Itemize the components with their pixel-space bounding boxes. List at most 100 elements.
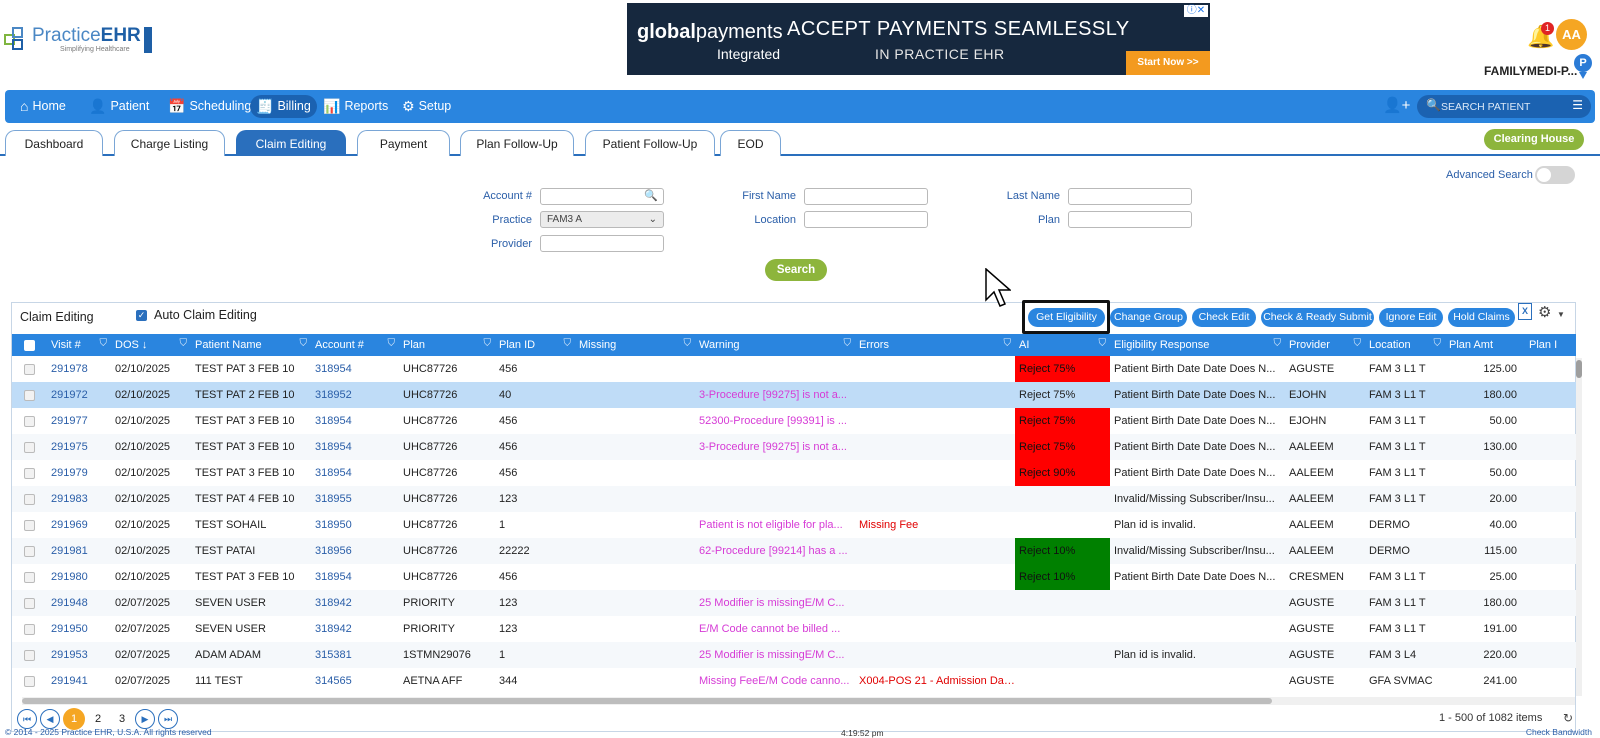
- table-row[interactable]: 291972 02/10/2025 TEST PAT 2 FEB 10 318952 U…: [12, 382, 1576, 408]
- row-checkbox[interactable]: [24, 363, 35, 375]
- nav-billing[interactable]: 🧾 Billing: [250, 95, 317, 118]
- tab-charge-listing[interactable]: Charge Listing: [114, 130, 225, 156]
- table-row[interactable]: 291948 02/07/2025 SEVEN USER 318942 PRIORITY…: [12, 590, 1576, 616]
- col-eligibility-response[interactable]: Eligibility Response ⛉: [1110, 334, 1285, 356]
- row-select-cell[interactable]: [12, 460, 47, 486]
- select-all-checkbox[interactable]: [24, 339, 35, 351]
- col-location[interactable]: Location ⛉: [1365, 334, 1445, 356]
- col-missing[interactable]: Missing ⛉: [575, 334, 695, 356]
- col-plan-id[interactable]: Plan ID ⛉: [495, 334, 575, 356]
- table-row[interactable]: 291941 02/07/2025 111 TEST 314565 AETNA AFF 3…: [12, 668, 1576, 694]
- prev-page-icon[interactable]: ◀: [40, 709, 60, 729]
- location-input[interactable]: [804, 211, 928, 228]
- account-cell[interactable]: 315381: [311, 642, 399, 668]
- nav-patient[interactable]: 👤 Patient: [83, 95, 155, 118]
- table-row[interactable]: 291950 02/07/2025 SEVEN USER 318942 PRIORITY…: [12, 616, 1576, 642]
- visit-cell[interactable]: 291983: [47, 486, 111, 512]
- add-patient-icon[interactable]: 👤+: [1383, 96, 1410, 114]
- refresh-icon[interactable]: ↻: [1563, 711, 1573, 725]
- account-cell[interactable]: 318942: [311, 590, 399, 616]
- excel-export-icon[interactable]: X: [1518, 303, 1532, 320]
- row-checkbox[interactable]: [24, 467, 35, 479]
- filter-settings-icon[interactable]: ☰: [1572, 98, 1583, 112]
- visit-cell[interactable]: 291941: [47, 668, 111, 694]
- visit-cell[interactable]: 291972: [47, 382, 111, 408]
- clearing-house-button[interactable]: Clearing House: [1484, 129, 1584, 150]
- row-select-cell[interactable]: [12, 642, 47, 668]
- row-select-cell[interactable]: [12, 616, 47, 642]
- visit-cell[interactable]: 291977: [47, 408, 111, 434]
- row-checkbox[interactable]: [24, 519, 35, 531]
- filter-icon[interactable]: ⛉: [1354, 338, 1362, 349]
- account-cell[interactable]: 314565: [311, 668, 399, 694]
- nav-setup[interactable]: ⚙ Setup: [396, 95, 457, 118]
- tab-claim-editing[interactable]: Claim Editing: [236, 130, 346, 156]
- col-visit[interactable]: Visit # ⛉: [47, 334, 111, 356]
- col-plan-i[interactable]: Plan I: [1525, 334, 1576, 356]
- notifications-bell-icon[interactable]: 🔔 1: [1527, 22, 1554, 50]
- tab-payment[interactable]: Payment: [357, 130, 450, 156]
- check-edit-button[interactable]: Check Edit: [1192, 308, 1256, 327]
- table-row[interactable]: 291953 02/07/2025 ADAM ADAM 315381 1STMN2907…: [12, 642, 1576, 668]
- nav-home[interactable]: ⌂ Home: [14, 95, 72, 118]
- ignore-edit-button[interactable]: Ignore Edit: [1379, 308, 1443, 327]
- location-pin-icon[interactable]: P: [1574, 54, 1592, 79]
- col-provider[interactable]: Provider ⛉: [1285, 334, 1365, 356]
- row-select-cell[interactable]: [12, 512, 47, 538]
- advanced-search-toggle[interactable]: [1535, 166, 1575, 184]
- col-plan[interactable]: Plan ⛉: [399, 334, 495, 356]
- row-checkbox[interactable]: [24, 571, 35, 583]
- account-cell[interactable]: 318942: [311, 616, 399, 642]
- row-checkbox[interactable]: [24, 493, 35, 505]
- account-cell[interactable]: 318955: [311, 486, 399, 512]
- visit-cell[interactable]: 291975: [47, 434, 111, 460]
- table-row[interactable]: 291969 02/10/2025 TEST SOHAIL 318950 UHC8772…: [12, 512, 1576, 538]
- col-warning[interactable]: Warning ⛉: [695, 334, 855, 356]
- row-select-cell[interactable]: [12, 486, 47, 512]
- col-dos[interactable]: DOS ↓ ⛉: [111, 334, 191, 356]
- row-select-cell[interactable]: [12, 668, 47, 694]
- filter-icon[interactable]: ⛉: [300, 338, 308, 349]
- tab-dashboard[interactable]: Dashboard: [5, 130, 103, 156]
- account-cell[interactable]: 318954: [311, 356, 399, 382]
- visit-cell[interactable]: 291981: [47, 538, 111, 564]
- visit-cell[interactable]: 291948: [47, 590, 111, 616]
- account-cell[interactable]: 318954: [311, 460, 399, 486]
- account-cell[interactable]: 318956: [311, 538, 399, 564]
- auto-claim-editing-checkbox[interactable]: ✓: [136, 309, 147, 321]
- filter-icon[interactable]: ⛉: [484, 338, 492, 349]
- visit-cell[interactable]: 291969: [47, 512, 111, 538]
- table-row[interactable]: 291975 02/10/2025 TEST PAT 3 FEB 10 318954 U…: [12, 434, 1576, 460]
- auto-claim-editing[interactable]: ✓ Auto Claim Editing: [136, 308, 257, 322]
- account-cell[interactable]: 318954: [311, 408, 399, 434]
- tab-eod[interactable]: EOD: [720, 130, 781, 156]
- nav-scheduling[interactable]: 📅 Scheduling: [162, 95, 257, 118]
- table-row[interactable]: 291980 02/10/2025 TEST PAT 3 FEB 10 318954 U…: [12, 564, 1576, 590]
- col-ai[interactable]: AI ⛉: [1015, 334, 1110, 356]
- row-select-cell[interactable]: [12, 382, 47, 408]
- row-select-cell[interactable]: [12, 564, 47, 590]
- filter-icon[interactable]: ⛉: [1004, 338, 1012, 349]
- account-cell[interactable]: 318954: [311, 434, 399, 460]
- visit-cell[interactable]: 291950: [47, 616, 111, 642]
- row-checkbox[interactable]: [24, 545, 35, 557]
- gear-icon[interactable]: ⚙: [1538, 303, 1551, 321]
- row-select-cell[interactable]: [12, 434, 47, 460]
- filter-icon[interactable]: ⛉: [100, 338, 108, 349]
- account-cell[interactable]: 318950: [311, 512, 399, 538]
- filter-icon[interactable]: ⛉: [684, 338, 692, 349]
- row-select-cell[interactable]: [12, 356, 47, 382]
- ad-close-icon[interactable]: ⓘ✕: [1184, 5, 1208, 17]
- tab-patient-follow-up[interactable]: Patient Follow-Up: [585, 130, 715, 156]
- select-all-header[interactable]: [12, 334, 47, 356]
- filter-icon[interactable]: ⛉: [564, 338, 572, 349]
- practice-username[interactable]: FAMILYMEDI-P...: [1484, 64, 1577, 78]
- table-row[interactable]: 291979 02/10/2025 TEST PAT 3 FEB 10 318954 U…: [12, 460, 1576, 486]
- col-account[interactable]: Account # ⛉: [311, 334, 399, 356]
- last-name-input[interactable]: [1068, 188, 1192, 205]
- plan-input[interactable]: [1068, 211, 1192, 228]
- filter-icon[interactable]: ⛉: [1434, 338, 1442, 349]
- row-checkbox[interactable]: [24, 597, 35, 609]
- first-name-input[interactable]: [804, 188, 928, 205]
- caret-down-icon[interactable]: ▼: [1557, 310, 1565, 319]
